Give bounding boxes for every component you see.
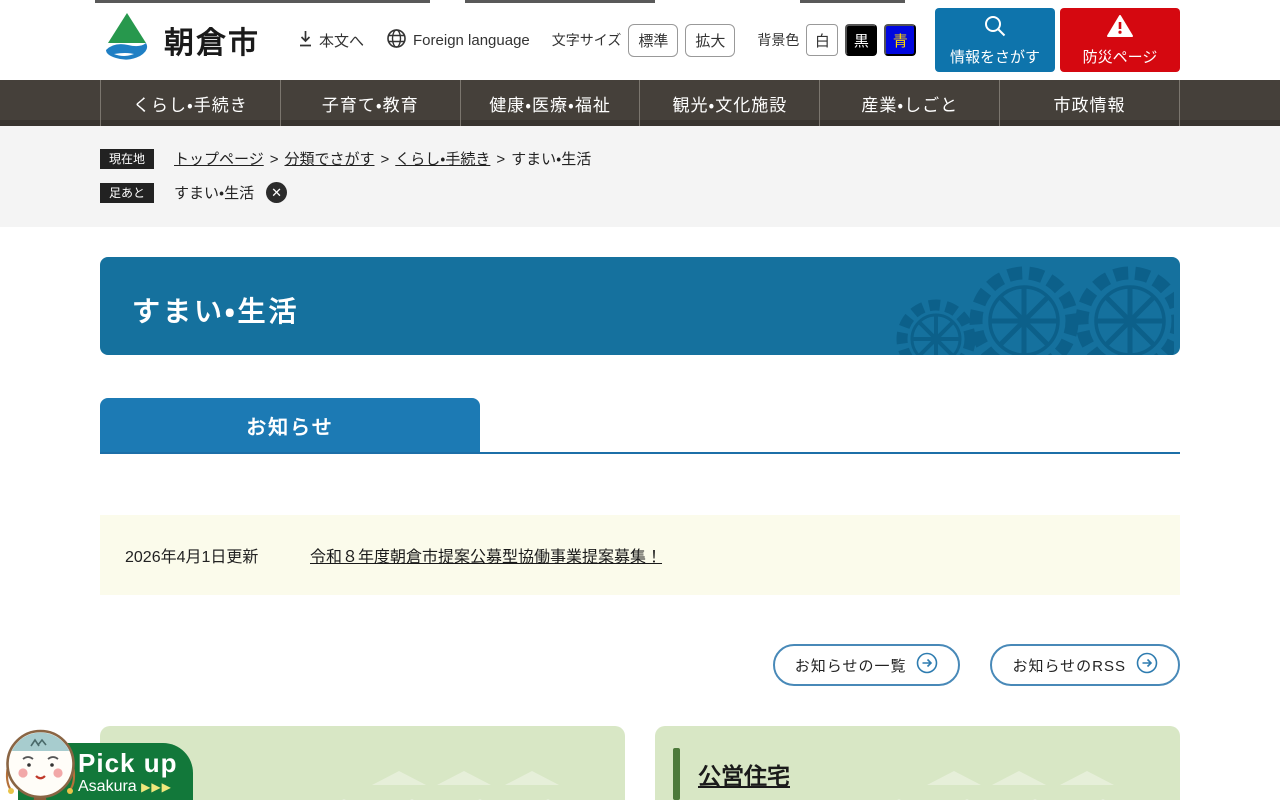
search-button-label: 情報をさがす <box>949 48 1040 66</box>
nav-item-kenko[interactable]: 健康・医療・福祉 <box>459 80 640 126</box>
breadcrumb-separator: > <box>496 151 506 168</box>
footprint-badge: 足あと <box>100 182 155 203</box>
page-title-banner: すまい・生活 <box>100 257 1180 355</box>
skip-link-label: 本文へ <box>319 32 365 50</box>
card-accent-bar <box>673 748 680 800</box>
down-arrow-icon <box>298 30 313 51</box>
triple-arrow-icon: ▶▶▶ <box>141 780 172 794</box>
page: 朝倉市 本文へ Foreign language 文字サイズ 標準 拡大 背景色… <box>0 0 1280 800</box>
bg-black-button[interactable]: 黒 <box>845 24 878 56</box>
nav-item-kurashi[interactable]: くらし・手続き <box>100 80 280 126</box>
city-logo-icon <box>100 10 154 71</box>
breadcrumb-band: 現在地 トップページ > 分類でさがす > くらし・手続き > すまい・生活 足あと すまい… <box>0 126 1280 227</box>
location-badge: 現在地 <box>100 148 155 169</box>
news-list-item: 2026年4月1日更新 令和８年度朝倉市提案公募型協働事業提案募集！ <box>100 515 1180 595</box>
breadcrumb-link-kurashi[interactable]: くらし・手続き <box>395 151 490 168</box>
bg-white-button[interactable]: 白 <box>806 24 839 56</box>
news-rss-button[interactable]: お知らせのRSS <box>990 644 1180 686</box>
cutoff-bar <box>800 0 905 3</box>
breadcrumb-separator: > <box>269 151 279 168</box>
tab-underline <box>100 452 1180 454</box>
breadcrumb-current: すまい・生活 <box>511 151 592 168</box>
breadcrumb-link-category[interactable]: 分類でさがす <box>284 151 374 168</box>
globe-icon <box>386 28 407 53</box>
global-nav: くらし・手続き 子育て・教育 健康・医療・福祉 観光・文化施設 産業・しごと 市… <box>0 80 1280 126</box>
footprint-item: すまい・生活 <box>174 185 255 202</box>
pickup-subtitle: Asakura <box>78 778 137 795</box>
breadcrumb: 現在地 トップページ > 分類でさがす > くらし・手続き > すまい・生活 <box>100 148 1180 169</box>
news-link[interactable]: 令和８年度朝倉市提案公募型協働事業提案募集！ <box>310 543 662 567</box>
bg-color-label: 背景色 <box>757 32 800 48</box>
news-date: 2026年4月1日更新 <box>125 549 259 566</box>
pickup-title: Pick up <box>78 748 178 778</box>
nav-item-sangyo[interactable]: 産業・しごと <box>819 80 999 126</box>
nav-item-shisei[interactable]: 市政情報 <box>999 80 1180 126</box>
font-size-standard-button[interactable]: 標準 <box>628 23 679 57</box>
emergency-button-label: 防災ページ <box>1082 48 1158 66</box>
site-logo[interactable]: 朝倉市 <box>100 10 260 71</box>
site-name: 朝倉市 <box>164 27 260 60</box>
bg-blue-button[interactable]: 青 <box>884 24 917 56</box>
waterwheel-decoration-icon <box>874 265 1180 355</box>
main-content: すまい・生活 お知らせ 2026年4月1日更新 令和８年度朝倉市提案公募型協働事… <box>100 257 1180 800</box>
breadcrumb-link-top[interactable]: トップページ <box>174 151 264 168</box>
foreign-language-label: Foreign language <box>413 31 530 49</box>
close-icon[interactable]: ✕ <box>266 182 288 203</box>
tab-news[interactable]: お知らせ <box>100 398 480 452</box>
search-button[interactable]: 情報をさがす <box>935 8 1055 72</box>
mountain-pattern-icon <box>832 757 1162 800</box>
card-title-link[interactable]: 公営住宅 <box>698 757 790 791</box>
footprint-row: 足あと すまい・生活 ✕ <box>100 182 1180 203</box>
skip-to-content-link[interactable]: 本文へ <box>298 30 364 51</box>
mascot-icon <box>2 726 80 800</box>
site-header: 朝倉市 本文へ Foreign language 文字サイズ 標準 拡大 背景色… <box>0 0 1280 80</box>
font-size-large-button[interactable]: 拡大 <box>685 23 736 57</box>
cutoff-bar <box>95 0 430 3</box>
nav-item-kosodate[interactable]: 子育て・教育 <box>279 80 460 126</box>
emergency-page-button[interactable]: 防災ページ <box>1060 8 1180 72</box>
news-list-button[interactable]: お知らせの一覧 <box>772 644 961 686</box>
circle-arrow-icon <box>1136 652 1158 678</box>
font-size-label: 文字サイズ <box>551 32 622 48</box>
category-card-public-housing[interactable]: 公営住宅 <box>655 726 1180 800</box>
mountain-pattern-icon <box>277 757 607 800</box>
breadcrumb-separator: > <box>380 151 390 168</box>
warning-icon <box>1106 14 1134 42</box>
news-list-button-label: お知らせの一覧 <box>794 657 907 675</box>
nav-item-kanko[interactable]: 観光・文化施設 <box>639 80 819 126</box>
circle-arrow-icon <box>916 652 938 678</box>
pickup-widget: Pick up Asakura ▶▶▶ <box>0 726 260 800</box>
news-rss-button-label: お知らせのRSS <box>1012 657 1126 675</box>
foreign-language-link[interactable]: Foreign language <box>386 28 530 53</box>
search-icon <box>983 14 1007 42</box>
cutoff-bar <box>465 0 655 3</box>
